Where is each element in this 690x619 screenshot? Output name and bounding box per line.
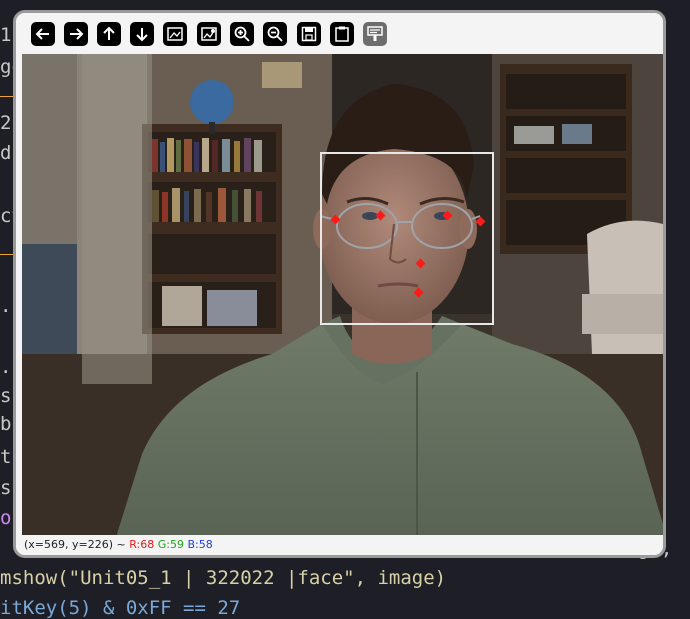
pixel-blue-value: B:58 [187,538,213,551]
image-viewport[interactable] [22,54,663,536]
zoom-out-icon[interactable] [263,22,287,46]
pan-right-icon[interactable] [64,22,88,46]
zoom-fit-icon[interactable] [197,22,221,46]
zoom-in-icon[interactable] [230,22,254,46]
code-line-waitkey: itKey(5) & 0xFF == 27 [0,597,241,619]
opencv-image-window[interactable]: (x=569, y=226) ~ R:68 G:59 B:58 [13,10,666,558]
pixel-info-statusbar: (x=569, y=226) ~ R:68 G:59 B:58 [16,535,663,555]
pan-up-icon[interactable] [97,22,121,46]
pan-left-icon[interactable] [31,22,55,46]
editor-divider [0,96,14,97]
zoom-original-icon[interactable] [163,22,187,46]
editor-divider [0,254,14,255]
pixel-red-value: R:68 [129,538,155,551]
properties-icon[interactable] [363,22,387,46]
code-fragment: 2 [0,112,12,134]
toolbar [16,13,663,53]
pan-down-icon[interactable] [130,22,154,46]
code-line-imshow: mshow("Unit05_1 | 322022 |face", image) [0,567,447,589]
pixel-green-value: G:59 [157,538,184,551]
save-icon[interactable] [297,22,321,46]
code-fragment: . [0,295,12,317]
face-detection-box [320,152,494,325]
clipboard-icon[interactable] [330,22,354,46]
cursor-coordinates: (x=569, y=226) ~ [24,538,126,551]
code-fragment: b [0,413,12,435]
